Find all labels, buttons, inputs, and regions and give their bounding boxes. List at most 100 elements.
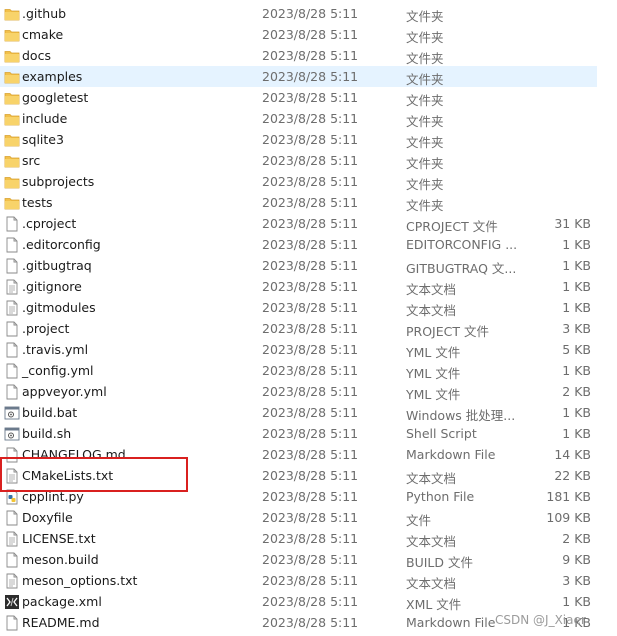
list-item[interactable]: .project 2023/8/28 5:11 PROJECT 文件 3 KB — [0, 318, 597, 339]
list-item[interactable]: .editorconfig 2023/8/28 5:11 EDITORCONFIG … — [0, 234, 597, 255]
file-icon — [4, 237, 20, 253]
modified-date: 2023/8/28 5:11 — [262, 132, 359, 147]
file-type: 文件夹 — [406, 177, 444, 192]
file-type: Windows 批处理... — [406, 408, 516, 423]
file-type: PROJECT 文件 — [406, 324, 489, 339]
file-type: 文本文档 — [406, 534, 457, 549]
modified-date: 2023/8/28 5:11 — [262, 363, 359, 378]
file-type: YML 文件 — [406, 345, 461, 360]
list-item[interactable]: include 2023/8/28 5:11 文件夹 — [0, 108, 597, 129]
list-item[interactable]: .gitmodules 2023/8/28 5:11 文本文档 1 KB — [0, 297, 597, 318]
list-item[interactable]: meson.build 2023/8/28 5:11 BUILD 文件 9 KB — [0, 549, 597, 570]
file-size: 1 KB — [562, 363, 591, 378]
file-name: build.sh — [22, 426, 72, 441]
folder-icon — [4, 90, 20, 106]
file-type: BUILD 文件 — [406, 555, 473, 570]
list-item[interactable]: build.sh 2023/8/28 5:11 Shell Script 1 KB — [0, 423, 597, 444]
watermark: CSDN @J_Xiaer — [495, 613, 586, 627]
file-name: LICENSE.txt — [22, 531, 96, 546]
list-item[interactable]: .gitignore 2023/8/28 5:11 文本文档 1 KB — [0, 276, 597, 297]
modified-date: 2023/8/28 5:11 — [262, 342, 359, 357]
modified-date: 2023/8/28 5:11 — [262, 111, 359, 126]
list-item[interactable]: subprojects 2023/8/28 5:11 文件夹 — [0, 171, 597, 192]
list-item[interactable]: .gitbugtraq 2023/8/28 5:11 GITBUGTRAQ 文...… — [0, 255, 597, 276]
file-name: include — [22, 111, 68, 126]
modified-date: 2023/8/28 5:11 — [262, 48, 359, 63]
list-item[interactable]: examples 2023/8/28 5:11 文件夹 — [0, 66, 597, 87]
file-size: 1 KB — [562, 405, 591, 420]
file-icon — [4, 552, 20, 568]
list-item[interactable]: googletest 2023/8/28 5:11 文件夹 — [0, 87, 597, 108]
batch-file-icon — [4, 426, 20, 442]
list-item[interactable]: .github 2023/8/28 5:11 文件夹 — [0, 3, 597, 24]
list-item[interactable]: CMakeLists.txt 2023/8/28 5:11 文本文档 22 KB — [0, 465, 597, 486]
file-icon — [4, 510, 20, 526]
modified-date: 2023/8/28 5:11 — [262, 258, 359, 273]
file-type: Markdown File — [406, 447, 496, 462]
list-item[interactable]: src 2023/8/28 5:11 文件夹 — [0, 150, 597, 171]
file-type: 文件夹 — [406, 30, 444, 45]
list-item[interactable]: package.xml 2023/8/28 5:11 XML 文件 1 KB — [0, 591, 597, 612]
file-type: 文本文档 — [406, 576, 457, 591]
modified-date: 2023/8/28 5:11 — [262, 594, 359, 609]
list-item[interactable]: LICENSE.txt 2023/8/28 5:11 文本文档 2 KB — [0, 528, 597, 549]
list-item[interactable]: tests 2023/8/28 5:11 文件夹 — [0, 192, 597, 213]
file-name: .project — [22, 321, 70, 336]
file-name: sqlite3 — [22, 132, 64, 147]
list-item[interactable]: docs 2023/8/28 5:11 文件夹 — [0, 45, 597, 66]
list-item[interactable]: meson_options.txt 2023/8/28 5:11 文本文档 3 KB — [0, 570, 597, 591]
file-name: .github — [22, 6, 67, 21]
folder-icon — [4, 6, 20, 22]
batch-file-icon — [4, 405, 20, 421]
file-type: 文件夹 — [406, 156, 444, 171]
file-name: meson.build — [22, 552, 99, 567]
file-type: 文件夹 — [406, 114, 444, 129]
file-icon — [4, 384, 20, 400]
file-size: 1 KB — [562, 237, 591, 252]
file-type: Python File — [406, 489, 475, 504]
file-icon — [4, 342, 20, 358]
list-item[interactable]: appveyor.yml 2023/8/28 5:11 YML 文件 2 KB — [0, 381, 597, 402]
list-item[interactable]: sqlite3 2023/8/28 5:11 文件夹 — [0, 129, 597, 150]
file-name: docs — [22, 48, 51, 63]
list-item[interactable]: CHANGELOG.md 2023/8/28 5:11 Markdown File 1… — [0, 444, 597, 465]
list-item[interactable]: Doxyfile 2023/8/28 5:11 文件 109 KB — [0, 507, 597, 528]
file-size: 3 KB — [562, 321, 591, 336]
modified-date: 2023/8/28 5:11 — [262, 573, 359, 588]
file-icon — [4, 321, 20, 337]
file-type: 文件夹 — [406, 72, 444, 87]
text-file-icon — [4, 300, 20, 316]
list-item[interactable]: _config.yml 2023/8/28 5:11 YML 文件 1 KB — [0, 360, 597, 381]
modified-date: 2023/8/28 5:11 — [262, 6, 359, 21]
file-icon — [4, 363, 20, 379]
file-name: meson_options.txt — [22, 573, 138, 588]
folder-icon — [4, 195, 20, 211]
file-name: examples — [22, 69, 83, 84]
file-size: 22 KB — [554, 468, 591, 483]
file-icon — [4, 615, 20, 631]
file-type: GITBUGTRAQ 文... — [406, 261, 517, 276]
list-item[interactable]: cpplint.py 2023/8/28 5:11 Python File 181 K… — [0, 486, 597, 507]
file-name: _config.yml — [22, 363, 94, 378]
file-name: Doxyfile — [22, 510, 73, 525]
list-item[interactable]: .cproject 2023/8/28 5:11 CPROJECT 文件 31 KB — [0, 213, 597, 234]
file-size: 31 KB — [554, 216, 591, 231]
file-size: 2 KB — [562, 384, 591, 399]
folder-icon — [4, 27, 20, 43]
file-name: build.bat — [22, 405, 78, 420]
folder-icon — [4, 69, 20, 85]
modified-date: 2023/8/28 5:11 — [262, 90, 359, 105]
modified-date: 2023/8/28 5:11 — [262, 468, 359, 483]
file-size: 181 KB — [546, 489, 591, 504]
file-type: Shell Script — [406, 426, 477, 441]
list-item[interactable]: build.bat 2023/8/28 5:11 Windows 批处理... 1 K… — [0, 402, 597, 423]
file-type: 文件夹 — [406, 135, 444, 150]
list-item[interactable]: .travis.yml 2023/8/28 5:11 YML 文件 5 KB — [0, 339, 597, 360]
file-type: 文本文档 — [406, 471, 457, 486]
file-size: 14 KB — [554, 447, 591, 462]
file-type: EDITORCONFIG ... — [406, 237, 518, 252]
folder-icon — [4, 48, 20, 64]
modified-date: 2023/8/28 5:11 — [262, 321, 359, 336]
modified-date: 2023/8/28 5:11 — [262, 531, 359, 546]
list-item[interactable]: cmake 2023/8/28 5:11 文件夹 — [0, 24, 597, 45]
